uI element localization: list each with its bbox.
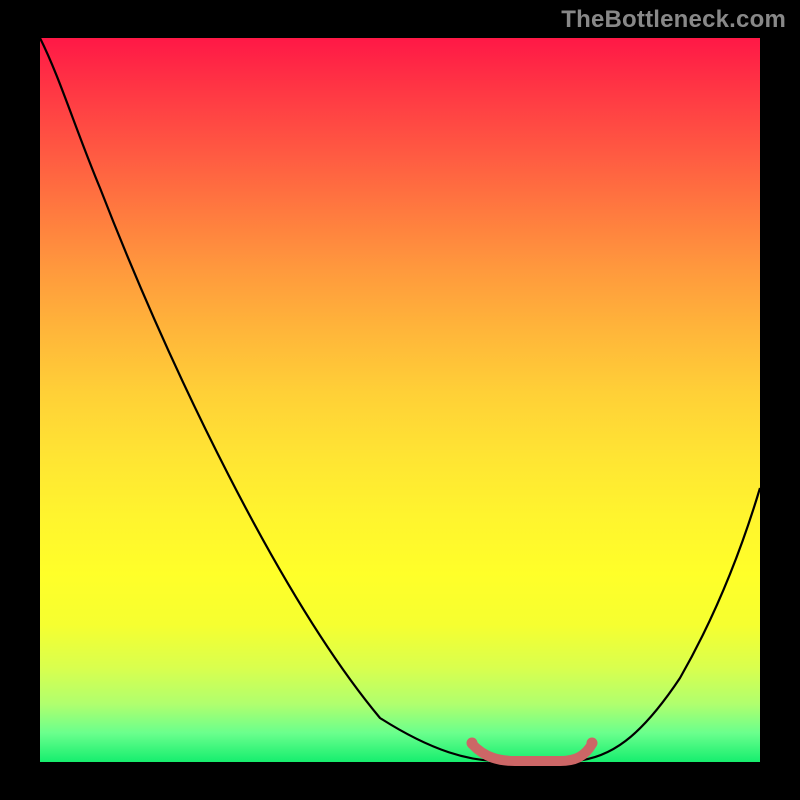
watermark-text: TheBottleneck.com (561, 6, 786, 34)
chart-frame: TheBottleneck.com (0, 0, 800, 800)
curve-right (575, 488, 760, 761)
valley-dot-left (467, 738, 478, 749)
curve-left (40, 38, 495, 761)
valley-segment (472, 744, 592, 761)
bottleneck-curve-chart (40, 38, 760, 762)
valley-dot-right (587, 738, 598, 749)
